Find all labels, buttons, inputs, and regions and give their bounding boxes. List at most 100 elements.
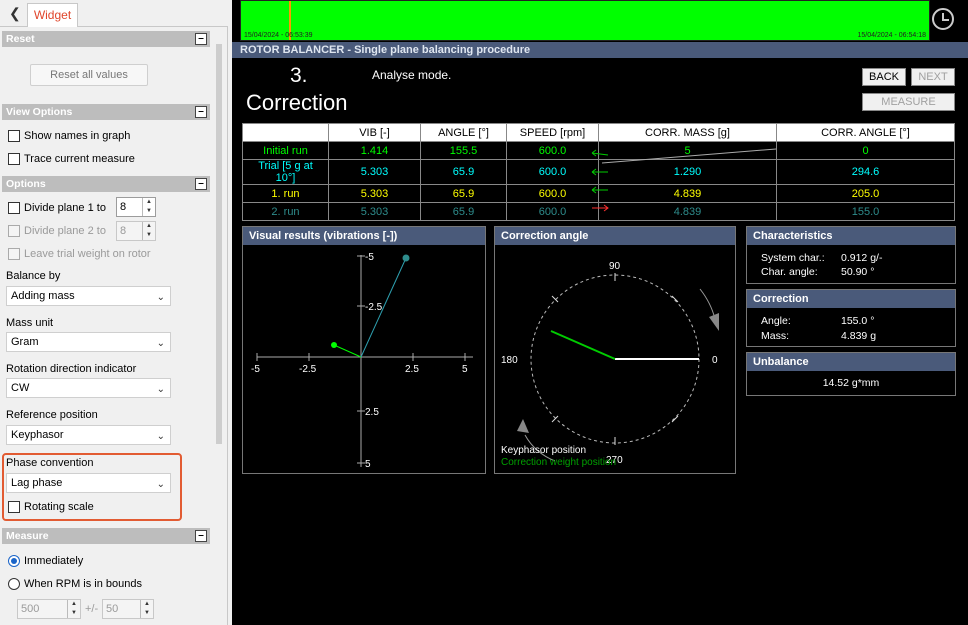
checkbox-box[interactable] xyxy=(8,501,20,513)
table-header xyxy=(242,123,329,142)
correction-weight-line xyxy=(550,330,616,360)
legend-keyphasor: Keyphasor position xyxy=(501,445,586,456)
panel-scrollbar[interactable] xyxy=(216,44,222,444)
speed-cell: 600.0 xyxy=(506,202,599,221)
y-tick-label: -2.5 xyxy=(365,302,383,313)
system-char-label: System char.: xyxy=(761,252,825,264)
radio-dot[interactable] xyxy=(8,578,20,590)
phase-label: Phase convention xyxy=(6,457,94,469)
reference-value: Keyphasor xyxy=(11,429,64,441)
mass-unit-select[interactable]: Gram ⌄ xyxy=(6,332,171,352)
legend-correction-weight: Correction weight position xyxy=(501,457,616,468)
collapse-icon[interactable]: – xyxy=(195,106,207,118)
angle-dial: 90 180 0 270 Keyphasor position Correcti… xyxy=(501,261,719,468)
rotation-select[interactable]: CW ⌄ xyxy=(6,378,171,398)
correction-panel: Correction Angle: 155.0 ° Mass: 4.839 g xyxy=(746,289,956,347)
stepper-value: 8 xyxy=(120,225,127,237)
mass-unit-value: Gram xyxy=(11,336,39,348)
tab-widget[interactable]: Widget xyxy=(27,3,78,27)
initial-run-point xyxy=(331,342,337,348)
rotation-value: CW xyxy=(11,382,30,394)
rotation-label: Rotation direction indicator xyxy=(6,363,137,375)
rpm-bounds-label: When RPM is in bounds xyxy=(24,578,142,590)
stepper-arrows-icon[interactable]: ▲ ▼ xyxy=(140,600,153,618)
correction-angle-panel: Correction angle 90 180 0 270 Keyphasor xyxy=(494,226,736,474)
back-button[interactable]: BACK xyxy=(862,68,906,86)
stepper-arrows-icon[interactable]: ▲ ▼ xyxy=(67,600,80,618)
dial-label-180: 180 xyxy=(501,355,518,366)
run-name: 1. run xyxy=(242,184,329,203)
trace-measure-checkbox[interactable]: Trace current measure xyxy=(8,153,135,165)
checkbox-box[interactable] xyxy=(8,202,20,214)
checkbox-box[interactable] xyxy=(8,225,20,237)
divide-plane-2-checkbox[interactable]: Divide plane 2 to xyxy=(8,225,106,237)
options-header-label: Options xyxy=(6,178,46,190)
collapse-icon[interactable]: – xyxy=(195,178,207,190)
window-title: ROTOR BALANCER - Single plane balancing … xyxy=(232,42,968,58)
rotating-scale-label: Rotating scale xyxy=(24,501,94,513)
view-options-header: View Options – xyxy=(2,104,210,120)
chevron-down-icon: ⌄ xyxy=(156,431,165,442)
mass-cell: 4.839 xyxy=(598,202,777,221)
options-header: Options – xyxy=(2,176,210,192)
show-names-checkbox[interactable]: Show names in graph xyxy=(8,130,130,142)
phase-select[interactable]: Lag phase ⌄ xyxy=(6,473,171,493)
angle-cell: 65.9 xyxy=(420,159,507,185)
rpm-bounds-radio[interactable]: When RPM is in bounds xyxy=(8,578,142,590)
immediately-radio[interactable]: Immediately xyxy=(8,555,83,567)
run-name: 2. run xyxy=(242,202,329,221)
y-tick-label: -5 xyxy=(365,252,374,263)
leave-trial-label: Leave trial weight on rotor xyxy=(24,248,151,260)
char-angle-value: 50.90 ° xyxy=(841,266,875,278)
divide-plane-1-checkbox[interactable]: Divide plane 1 to xyxy=(8,202,106,214)
rpm-stepper[interactable]: 500 ▲ ▼ xyxy=(17,599,81,619)
table-header: CORR. MASS [g] xyxy=(598,123,777,142)
corr-angle-cell: 205.0 xyxy=(776,184,955,203)
back-arrow-icon[interactable]: ❮ xyxy=(9,5,23,21)
leave-trial-checkbox[interactable]: Leave trial weight on rotor xyxy=(8,248,151,260)
dial-label-0: 0 xyxy=(712,355,718,366)
reset-header-label: Reset xyxy=(6,33,35,45)
collapse-icon[interactable]: – xyxy=(195,33,207,45)
checkbox-box[interactable] xyxy=(8,153,20,165)
stepper-value: 500 xyxy=(21,603,40,615)
reset-all-button[interactable]: Reset all values xyxy=(30,64,148,86)
dial-label-90: 90 xyxy=(609,261,621,272)
measure-button[interactable]: MEASURE xyxy=(862,93,955,111)
reference-select[interactable]: Keyphasor ⌄ xyxy=(6,425,171,445)
timeline-bar[interactable]: 15/04/2024 - 06:53:39 15/04/2024 - 06:54… xyxy=(240,0,930,41)
correction-angle-label: Angle: xyxy=(761,315,791,327)
widget-panel: ❮ Widget Reset – Reset all values View O… xyxy=(0,0,228,625)
table-header: CORR. ANGLE [°] xyxy=(776,123,955,142)
reset-header: Reset – xyxy=(2,31,210,47)
mode-text: Analyse mode. xyxy=(372,68,452,82)
checkbox-box[interactable] xyxy=(8,130,20,142)
balance-by-value: Adding mass xyxy=(11,290,75,302)
stepper-arrows-icon[interactable]: ▲ ▼ xyxy=(142,222,155,240)
trial-run-point xyxy=(402,254,410,262)
initial-run-vector xyxy=(333,344,362,358)
divide-plane-2-stepper[interactable]: 8 ▲ ▼ xyxy=(116,221,156,241)
balance-by-select[interactable]: Adding mass ⌄ xyxy=(6,286,171,306)
next-button[interactable]: NEXT xyxy=(911,68,955,86)
corr-angle-cell: 155.0 xyxy=(776,202,955,221)
stepper-arrows-icon[interactable]: ▲ ▼ xyxy=(142,198,155,216)
tolerance-stepper[interactable]: 50 ▲ ▼ xyxy=(102,599,154,619)
stepper-value: 50 xyxy=(106,603,119,615)
reference-label: Reference position xyxy=(6,409,98,421)
unbalance-value: 14.52 g*mm xyxy=(822,377,880,389)
checkbox-box[interactable] xyxy=(8,248,20,260)
divide-plane-2-label: Divide plane 2 to xyxy=(24,225,106,237)
x-tick-label: -2.5 xyxy=(299,364,317,375)
radio-dot[interactable] xyxy=(8,555,20,567)
show-names-label: Show names in graph xyxy=(24,130,131,142)
timeline-end: 15/04/2024 - 06:54:18 xyxy=(857,32,926,39)
collapse-icon[interactable]: – xyxy=(195,530,207,542)
y-tick-label: 5 xyxy=(365,459,371,470)
rotating-scale-checkbox[interactable]: Rotating scale xyxy=(8,501,94,513)
divide-plane-1-stepper[interactable]: 8 ▲ ▼ xyxy=(116,197,156,217)
angle-cell: 155.5 xyxy=(420,141,507,160)
correction-header: Correction xyxy=(747,290,955,308)
table-header-row: VIB [-] ANGLE [°] SPEED [rpm] CORR. MASS… xyxy=(242,123,955,142)
clock-icon[interactable] xyxy=(932,8,954,30)
